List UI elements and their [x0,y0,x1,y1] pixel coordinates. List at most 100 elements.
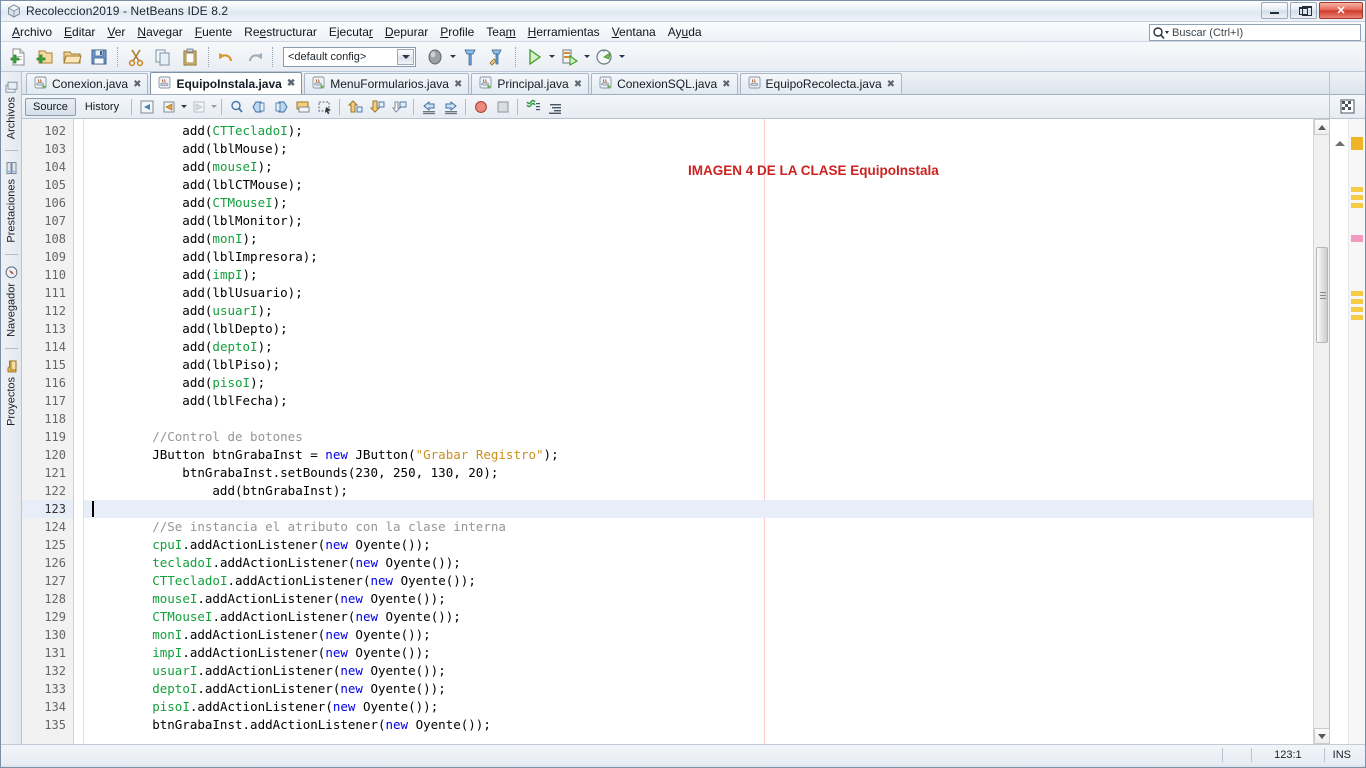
code-line[interactable]: add(btnGrabaInst); [84,482,1313,500]
error-stripe-marks[interactable] [1349,119,1365,744]
line-number[interactable]: 134 [22,698,73,716]
code-line[interactable]: add(impI); [84,266,1313,284]
line-number[interactable]: 122 [22,482,73,500]
line-number[interactable]: 130 [22,626,73,644]
menu-profile[interactable]: Profile [434,23,480,41]
tab-history[interactable]: History [77,98,127,116]
close-icon[interactable]: ✖ [887,79,895,90]
forward-icon[interactable] [188,97,209,117]
line-number[interactable]: 104 [22,158,73,176]
line-number[interactable]: 133 [22,680,73,698]
menu-reestructurar[interactable]: Reestructurar [238,23,323,41]
line-number[interactable]: 128 [22,590,73,608]
error-stripe-mark[interactable] [1351,307,1363,312]
menu-ejecutar[interactable]: Ejecutar [323,23,379,41]
code-line[interactable]: usuarI.addActionListener(new Oyente()); [84,662,1313,680]
line-number[interactable]: 129 [22,608,73,626]
error-stripe-mark[interactable] [1351,291,1363,296]
editor-vertical-scrollbar[interactable] [1313,119,1330,744]
debug-dropdown-icon[interactable] [584,55,590,58]
menu-ayuda[interactable]: Ayuda [662,23,708,41]
code-line[interactable]: mouseI.addActionListener(new Oyente()); [84,590,1313,608]
error-stripe-mark[interactable] [1351,195,1363,200]
chevron-down-icon[interactable] [397,48,414,65]
shift-right-icon[interactable] [440,97,461,117]
code-line[interactable]: add(lblMonitor); [84,212,1313,230]
line-number[interactable]: 126 [22,554,73,572]
line-number[interactable]: 121 [22,464,73,482]
doc-tab-equiporecolecta[interactable]: EquipoRecolecta.java ✖ [739,73,903,94]
error-stripe-mark[interactable] [1351,203,1363,208]
last-edit-icon[interactable] [136,97,157,117]
code-line[interactable]: add(lblUsuario); [84,284,1313,302]
open-project-icon[interactable] [59,44,85,70]
minimize-button[interactable] [1261,2,1288,19]
line-number[interactable]: 105 [22,176,73,194]
menu-editar[interactable]: Editar [58,23,101,41]
toggle-bookmark-icon[interactable] [292,97,313,117]
line-number[interactable]: 135 [22,716,73,734]
close-icon[interactable]: ✖ [574,79,582,90]
forward-dropdown-icon[interactable] [211,105,218,108]
code-line[interactable]: btnGrabaInst.addActionListener(new Oyent… [84,716,1313,734]
doc-tab-menuformularios[interactable]: MenuFormularios.java ✖ [304,73,470,94]
code-line[interactable]: CTMouseI.addActionListener(new Oyente())… [84,608,1313,626]
sidebar-item-proyectos[interactable]: Proyectos [3,355,20,431]
next-bookmark-icon[interactable] [270,97,291,117]
run-project-icon[interactable] [521,44,547,70]
code-line[interactable]: add(pisoI); [84,374,1313,392]
line-number[interactable]: 109 [22,248,73,266]
find-selection-icon[interactable] [226,97,247,117]
code-editor[interactable]: 102 103 104 105 106 107 108 109 110 111 112 113 114 1… [22,119,1330,744]
line-number[interactable]: 119 [22,428,73,446]
shift-line-icon[interactable] [388,97,409,117]
menu-navegar[interactable]: Navegar [131,23,188,41]
line-number[interactable]: 111 [22,284,73,302]
code-line[interactable]: add(lblMouse); [84,140,1313,158]
line-number[interactable]: 120 [22,446,73,464]
next-error-icon[interactable] [366,97,387,117]
redo-icon[interactable] [241,44,267,70]
new-project-icon[interactable] [32,44,58,70]
code-line[interactable]: JButton btnGrabaInst = new JButton("Grab… [84,446,1313,464]
line-number[interactable]: 132 [22,662,73,680]
cut-icon[interactable] [123,44,149,70]
line-number[interactable]: 102 [22,122,73,140]
configuration-combo[interactable]: <default config> [283,46,416,67]
line-number[interactable]: 110 [22,266,73,284]
previous-bookmark-icon[interactable] [248,97,269,117]
back-icon[interactable] [158,97,179,117]
tab-source[interactable]: Source [25,97,76,116]
code-line[interactable]: pisoI.addActionListener(new Oyente()); [84,698,1313,716]
code-line[interactable]: add(lblCTMouse); [84,176,1313,194]
new-file-icon[interactable] [5,44,31,70]
scrollbar-thumb[interactable] [1316,247,1328,343]
code-line[interactable]: CTTecladoI.addActionListener(new Oyente(… [84,572,1313,590]
close-button[interactable]: ✕ [1319,2,1363,19]
line-number[interactable]: 124 [22,518,73,536]
code-line[interactable]: add(lblFecha); [84,392,1313,410]
line-number[interactable]: 131 [22,644,73,662]
error-stripe-mark[interactable] [1351,187,1363,192]
line-number[interactable]: 112 [22,302,73,320]
search-field[interactable]: Buscar (Ctrl+I) [1149,24,1361,41]
menu-team[interactable]: Team [480,23,521,41]
code-line[interactable]: add(CTMouseI); [84,194,1313,212]
code-line[interactable]: tecladoI.addActionListener(new Oyente())… [84,554,1313,572]
paste-icon[interactable] [177,44,203,70]
run-dropdown-icon[interactable] [549,55,555,58]
undo-icon[interactable] [214,44,240,70]
insert-mode-indicator[interactable]: INS [1323,748,1365,762]
line-number[interactable]: 108 [22,230,73,248]
close-icon[interactable]: ✖ [133,79,141,90]
sidebar-item-prestaciones[interactable]: Prestaciones [3,157,20,248]
error-stripe-mark[interactable] [1351,235,1363,242]
stop-icon[interactable] [492,97,513,117]
toggle-highlight-icon[interactable] [522,97,543,117]
code-line[interactable]: add(monI); [84,230,1313,248]
code-line[interactable]: impI.addActionListener(new Oyente()); [84,644,1313,662]
scroll-up-button[interactable] [1313,119,1330,135]
error-stripe-mark[interactable] [1351,299,1363,304]
code-line[interactable]: //Control de botones [84,428,1313,446]
line-number[interactable]: 117 [22,392,73,410]
